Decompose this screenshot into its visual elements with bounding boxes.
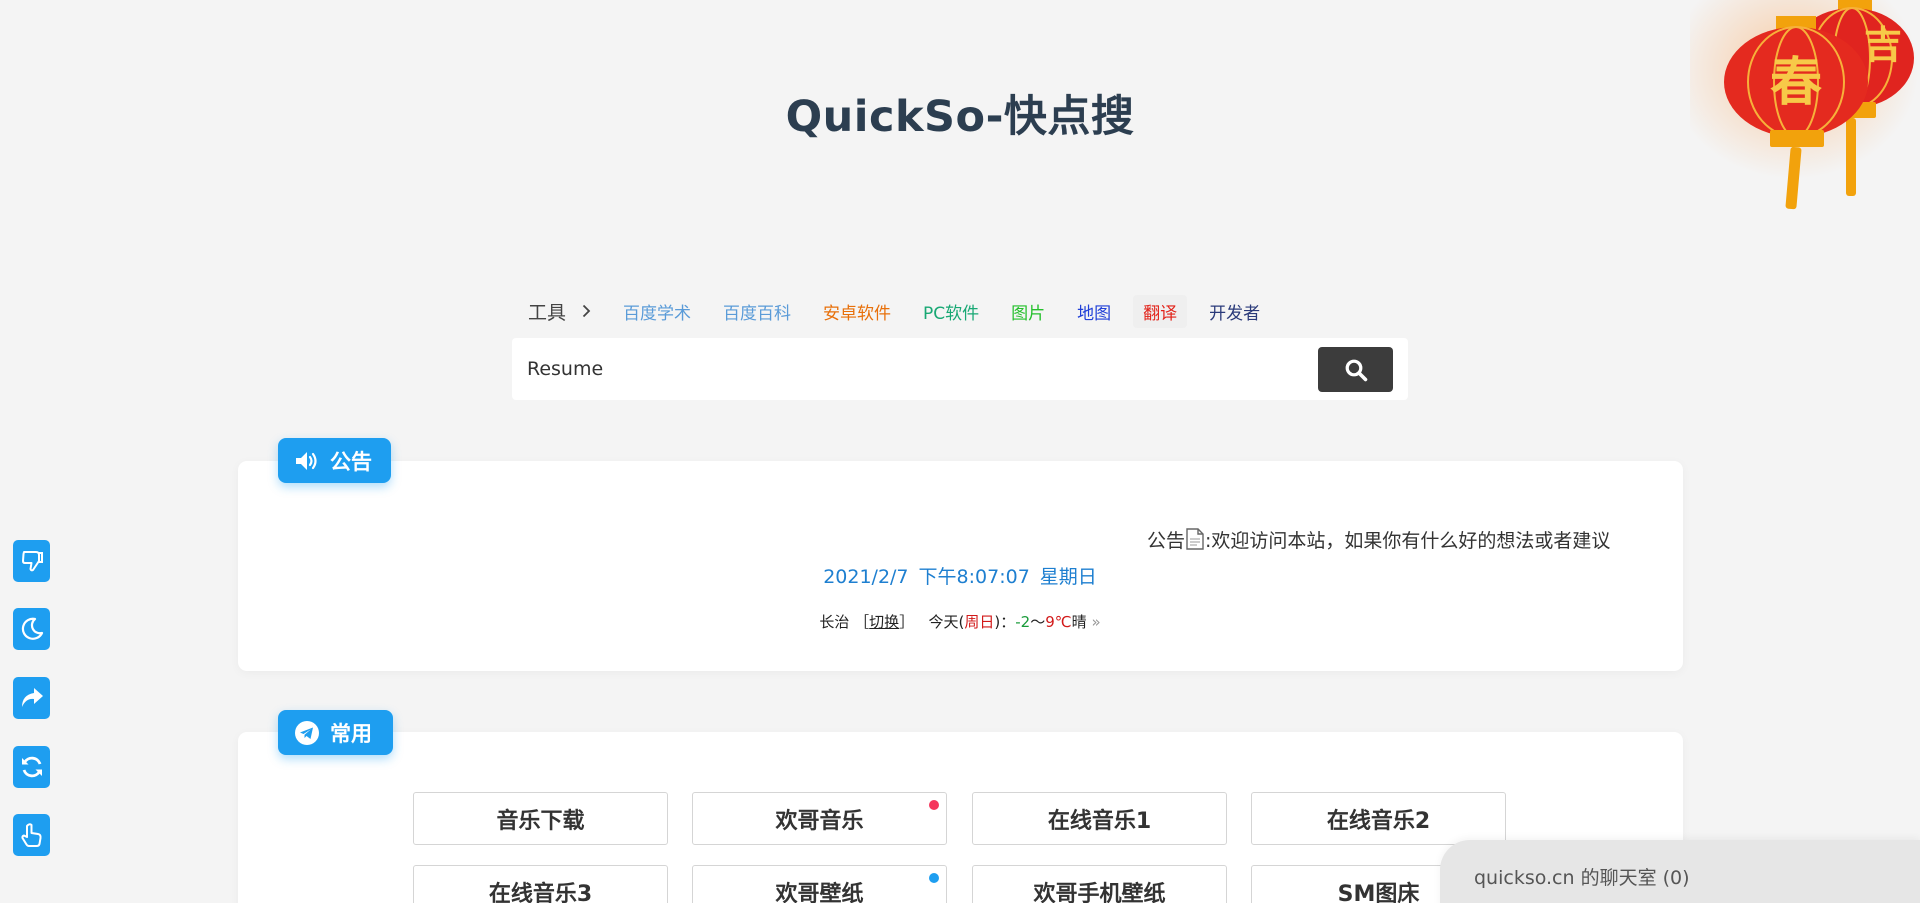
common-link-label: 欢哥壁纸 (775, 881, 864, 903)
nav-link[interactable]: PC软件 (913, 295, 989, 328)
weekday-text: 星期日 (1039, 566, 1097, 588)
dislike-button[interactable] (13, 540, 50, 582)
nav-link[interactable]: 地图 (1067, 295, 1121, 328)
time-text: 下午8:07:07 (918, 566, 1030, 588)
common-link-label: 欢哥手机壁纸 (1033, 881, 1166, 903)
common-badge: 常用 (278, 710, 393, 755)
common-link-button[interactable]: 在线音乐3 (413, 865, 668, 903)
site-title: QuickSo-快点搜 (785, 92, 1135, 142)
tools-menu[interactable]: 工具 (528, 298, 613, 325)
chat-room-label: quickso.cn 的聊天室 (0) (1474, 867, 1690, 889)
nav-link[interactable]: 百度百科 (713, 295, 801, 328)
common-link-label: 欢哥音乐 (775, 808, 864, 834)
lantern-decoration: 吉 春 (1690, 0, 1920, 215)
chat-room-bar[interactable]: quickso.cn 的聊天室 (0) (1440, 840, 1920, 903)
nav-link[interactable]: 图片 (1001, 295, 1055, 328)
nav-link[interactable]: 翻译 (1133, 294, 1188, 328)
thumbs-down-icon (21, 551, 43, 572)
common-link-label: 在线音乐3 (488, 881, 593, 903)
common-link-button[interactable]: 音乐下载 (413, 792, 668, 845)
tools-label: 工具 (528, 301, 567, 324)
search-input[interactable] (527, 338, 1307, 400)
common-link-label: 在线音乐2 (1326, 808, 1431, 834)
nav-link[interactable]: 开发者 (1199, 295, 1270, 328)
status-dot (929, 800, 939, 810)
common-link-button[interactable]: 欢哥壁纸 (692, 865, 947, 903)
common-link-label: SM图床 (1337, 881, 1420, 903)
pointer-icon (20, 823, 42, 847)
common-link-label: 在线音乐1 (1047, 808, 1152, 834)
weather-condition: 晴 (1071, 613, 1087, 631)
speaker-icon (294, 450, 320, 472)
weather-switch-link[interactable]: 切换 (869, 613, 899, 631)
common-link-button[interactable]: 在线音乐2 (1251, 792, 1506, 845)
telegram-icon (294, 720, 320, 746)
share-icon (21, 688, 43, 707)
share-button[interactable] (13, 677, 50, 719)
pointer-button[interactable] (13, 814, 50, 856)
common-link-label: 音乐下载 (496, 808, 585, 834)
common-badge-label: 常用 (330, 721, 372, 746)
notice-message: :欢迎访问本站，如果你有什么好的想法或者建议 (1205, 530, 1611, 552)
weather-day: 周日 (964, 613, 995, 631)
notice-badge: 公告 (278, 438, 391, 483)
moon-icon (21, 617, 43, 640)
common-link-button[interactable]: 欢哥音乐 (692, 792, 947, 845)
refresh-button[interactable] (13, 746, 50, 788)
weather-widget: 长治 ［切换］ 今天(周日)：-2～9℃晴 » (819, 613, 1101, 631)
notice-marquee: 公告 :欢迎访问本站，如果你有什么好的想法或者建议 (1147, 526, 1610, 555)
refresh-icon (21, 756, 42, 778)
notice-badge-label: 公告 (330, 449, 372, 474)
dark-mode-button[interactable] (13, 608, 50, 650)
weather-high: 9℃ (1045, 613, 1072, 631)
weather-more-icon[interactable]: » (1091, 613, 1100, 631)
current-datetime: 2021/2/7 下午8:07:07 星期日 (0, 562, 1920, 589)
common-link-button[interactable]: 欢哥手机壁纸 (972, 865, 1227, 903)
search-icon (1345, 359, 1367, 381)
common-link-button[interactable]: 在线音乐1 (972, 792, 1227, 845)
notice-prefix: 公告 (1147, 530, 1186, 552)
svg-text:吉: 吉 (1864, 22, 1902, 67)
search-button[interactable] (1318, 347, 1393, 392)
nav-link[interactable]: 百度学术 (613, 295, 701, 328)
search-box (512, 338, 1408, 400)
weather-low: -2 (1015, 613, 1031, 631)
lantern-character: 春 (1770, 52, 1822, 113)
status-dot (929, 873, 939, 883)
nav-link[interactable]: 安卓软件 (813, 295, 901, 328)
chevron-right-icon (582, 304, 591, 318)
search-category-nav: 工具 百度学术 百度百科 安卓软件 PC软件 图片 地图 翻译 开发者 (512, 294, 1282, 328)
weather-city: 长治 (819, 613, 850, 631)
date-text: 2021/2/7 (823, 566, 909, 588)
weather-today-label: 今天 (928, 613, 959, 631)
document-icon (1186, 528, 1204, 555)
